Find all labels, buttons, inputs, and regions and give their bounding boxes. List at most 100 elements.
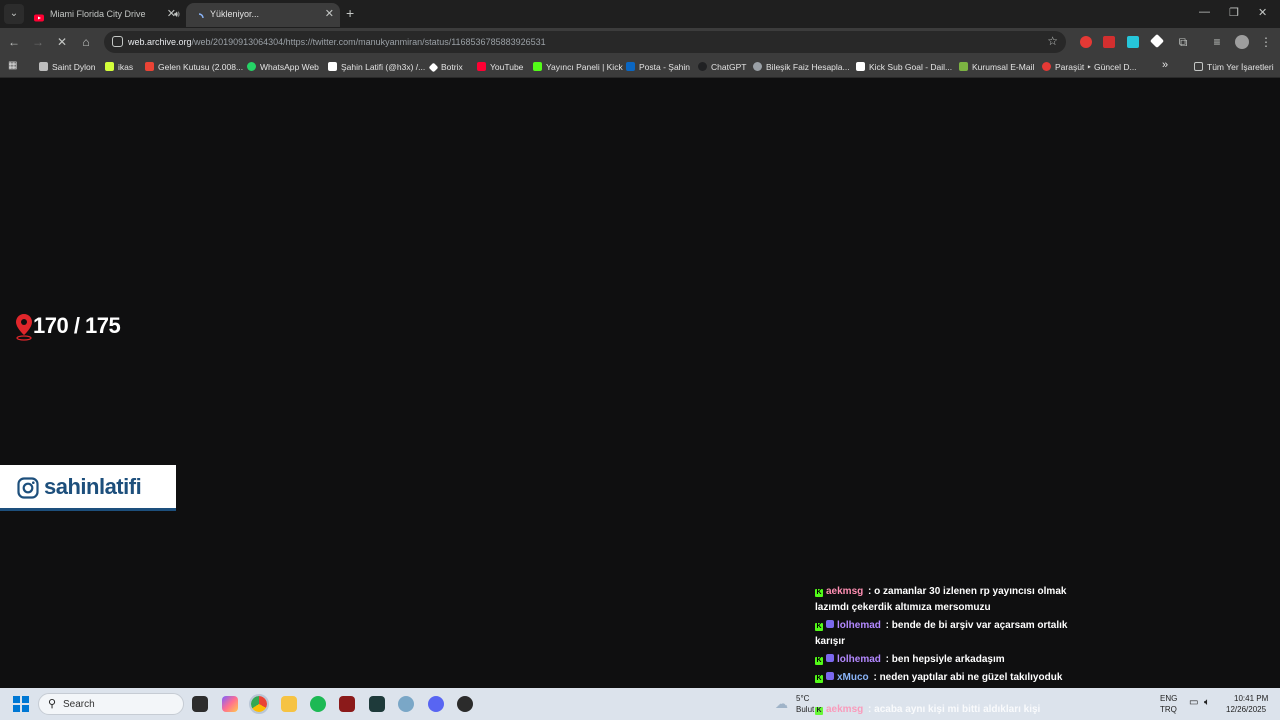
bookmark-ikas[interactable]: ikas (105, 61, 133, 73)
bookmark-youtube[interactable]: YouTube (477, 61, 523, 73)
bookmark-compound-interest[interactable]: Bileşik Faiz Hesapla... (753, 61, 850, 73)
network-icon[interactable]: ▭ (1189, 697, 1198, 708)
gmail-icon (145, 62, 154, 71)
close-tab-icon[interactable]: ✕ (325, 3, 334, 25)
new-tab-button[interactable]: + (346, 4, 354, 22)
tab-loading[interactable]: Yükleniyor... ✕ (186, 3, 340, 27)
bookmark-corporate-email[interactable]: Kurumsal E-Mail (959, 61, 1034, 73)
bookmark-kick-panel[interactable]: Yayıncı Paneli | Kick (533, 61, 623, 73)
obs-icon[interactable] (457, 696, 473, 712)
folder-icon (1194, 62, 1203, 71)
chat-text: acaba aynı kişi mi bitti aldıkları kişi (874, 704, 1041, 715)
chatgpt-icon (698, 62, 707, 71)
clock-date[interactable]: 12/26/2025 (1226, 705, 1266, 714)
instagram-icon (17, 477, 39, 504)
chat-username: lolhemad (837, 620, 881, 631)
youtube-icon (477, 62, 486, 71)
subscriber-badge-icon (826, 654, 834, 662)
menu-kebab-icon[interactable]: ⋮ (1257, 33, 1275, 51)
bookmark-x-profile[interactable]: Şahin Latifi (@h3x) /... (328, 61, 425, 73)
chat-text: ben hepsiyle arkadaşım (891, 654, 1005, 665)
bookmark-star-icon[interactable]: ☆ (1047, 34, 1058, 48)
subscriber-badge-icon (826, 620, 834, 628)
tab-miami-drive[interactable]: Miami Florida City Drive 4K 🔊︎ ✕ (26, 3, 182, 27)
url-text[interactable]: web.archive.org/web/20190913064304/https… (128, 35, 546, 49)
apps-grid-icon[interactable]: ▦ (8, 60, 17, 72)
xbox-icon[interactable] (369, 696, 385, 712)
spotify-icon[interactable] (310, 696, 326, 712)
extensions-puzzle-icon[interactable]: ⧉ (1174, 33, 1192, 51)
kick-badge-icon: K (815, 675, 823, 683)
language-bottom[interactable]: TRQ (1160, 705, 1177, 714)
search-label: Search (63, 699, 95, 710)
extension-red-icon[interactable] (1080, 36, 1092, 48)
bookmark-chatgpt[interactable]: ChatGPT (698, 61, 746, 73)
bookmark-whatsapp[interactable]: WhatsApp Web (247, 61, 319, 73)
chat-username: lolhemad (837, 654, 881, 665)
instagram-banner: sahinlatifi (0, 465, 176, 511)
kick-badge-icon: K (815, 623, 823, 631)
clock-time[interactable]: 10:41 PM (1234, 694, 1268, 703)
search-icon: ⚲ (48, 698, 57, 710)
bookmark-saint-dylon[interactable]: Saint Dylon (39, 61, 95, 73)
home-icon[interactable]: ⌂ (77, 33, 95, 51)
file-explorer-icon[interactable] (281, 696, 297, 712)
bookmarks-overflow-button[interactable]: » (1162, 59, 1168, 71)
loading-spinner-icon (194, 9, 204, 19)
close-tab-icon[interactable]: ✕ (167, 3, 176, 25)
chat-username: aekmsg (826, 586, 864, 597)
weather-cloud-icon[interactable]: ☁ (775, 696, 788, 712)
settings-gear-icon[interactable] (398, 696, 414, 712)
subscriber-badge-icon (826, 672, 834, 680)
chat-username: xMuco (837, 672, 869, 683)
video-app-icon[interactable] (339, 696, 355, 712)
stop-loading-icon[interactable]: ✕ (53, 33, 71, 51)
volume-icon[interactable]: 🔈︎ (1204, 697, 1210, 708)
all-bookmarks-folder[interactable]: Tüm Yer İşaretleri (1194, 61, 1274, 73)
bookmark-parasut[interactable]: Paraşüt ‣ Güncel D... (1042, 61, 1137, 73)
copilot-icon[interactable] (222, 696, 238, 712)
taskbar-search[interactable]: ⚲ Search (38, 693, 184, 715)
chrome-icon[interactable] (249, 694, 269, 714)
weather-temp: 5°C (796, 694, 810, 703)
bookmark-link-icon (39, 62, 48, 71)
close-window-icon[interactable]: ✕ (1258, 6, 1267, 19)
taskbar: ⚲ Search ☁ 5°C Bulut Kaekmsg : acaba ayn… (0, 688, 1280, 720)
chat-message: Kaekmsg : acaba aynı kişi mi bitti aldık… (815, 704, 1041, 715)
bookmark-gmail[interactable]: Gelen Kutusu (2.008... (145, 61, 243, 73)
tab-title: Miami Florida City Drive 4K (50, 9, 146, 19)
task-view-icon[interactable] (192, 696, 208, 712)
youtube-icon (34, 9, 44, 22)
weather-desc: Bulut (796, 705, 815, 714)
counter-value: 170 / 175 (33, 313, 121, 338)
chat-username: aekmsg (826, 704, 864, 715)
grid-app-icon (856, 62, 865, 71)
bookmark-kick-sub-goal[interactable]: Kick Sub Goal - Dail... (856, 61, 952, 73)
x-logo-icon (328, 62, 337, 71)
minimize-icon[interactable]: — (1199, 6, 1210, 18)
restore-icon[interactable]: ❐ (1229, 6, 1239, 19)
profile-avatar[interactable] (1235, 35, 1249, 49)
bookmark-outlook[interactable]: Posta - Şahin (626, 61, 690, 73)
kick-icon (533, 62, 542, 71)
bookmarks-bar: ▦ Saint Dylon ikas Gelen Kutusu (2.008..… (0, 56, 1280, 78)
forward-icon[interactable]: → (29, 33, 47, 51)
extension-teal-icon[interactable] (1127, 36, 1139, 48)
back-icon[interactable]: ← (5, 33, 23, 51)
kick-badge-icon: K (815, 657, 823, 665)
site-info-icon[interactable] (112, 36, 123, 47)
ikas-icon (105, 62, 114, 71)
media-controls-icon[interactable]: ≡ (1208, 33, 1226, 51)
page-content: 170 / 175 sahinlatifi Kaekmsg : o zamanl… (0, 79, 1280, 699)
language-top[interactable]: ENG (1160, 694, 1177, 703)
windows-start-icon[interactable] (13, 696, 29, 712)
chat-message: Klolhemad : bende de bi arşiv var açarsa… (815, 620, 1068, 647)
extension-shield-icon[interactable] (1103, 36, 1115, 48)
address-bar[interactable]: web.archive.org/web/20190913064304/https… (104, 31, 1066, 53)
bookmark-botrix[interactable]: Botrix (428, 61, 463, 73)
location-pin-icon (14, 313, 34, 346)
tab-strip: ⌄ Miami Florida City Drive 4K 🔊︎ ✕ Yükle… (0, 0, 1280, 28)
tab-search-button[interactable]: ⌄ (4, 4, 24, 24)
extension-diamond-icon[interactable] (1149, 33, 1165, 49)
discord-icon[interactable] (428, 696, 444, 712)
